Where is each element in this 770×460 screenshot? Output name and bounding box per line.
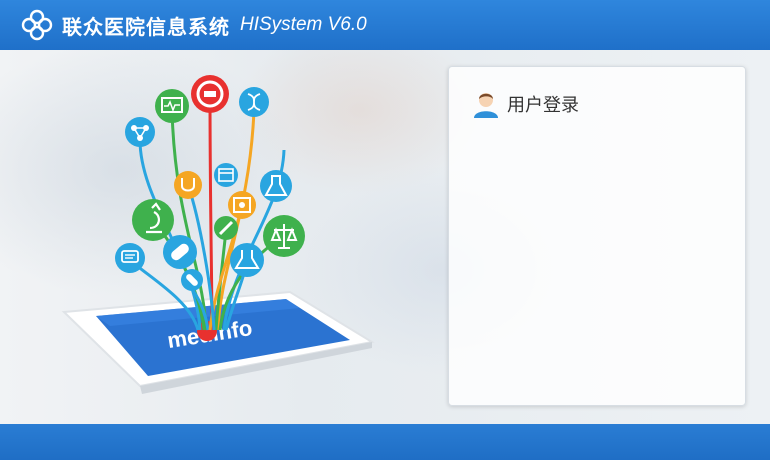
syringe-icon xyxy=(214,216,238,240)
bandage-icon xyxy=(181,269,203,291)
monitor-icon xyxy=(155,89,189,123)
pill-icon xyxy=(163,235,197,269)
scale-icon xyxy=(263,215,305,257)
logo-clover-icon xyxy=(21,9,53,41)
certificate-icon xyxy=(228,191,256,219)
medical-cross-icon xyxy=(191,75,229,113)
footer-bar xyxy=(0,424,770,460)
dna-icon xyxy=(239,87,269,117)
stethoscope-icon xyxy=(174,171,202,199)
user-avatar-icon xyxy=(474,93,498,118)
microscope-icon xyxy=(132,199,174,241)
app-version: HISystem V6.0 xyxy=(240,14,367,35)
calendar-icon xyxy=(214,163,238,187)
flask-icon xyxy=(260,170,292,202)
molecule-icon xyxy=(125,117,155,147)
login-title: 用户登录 xyxy=(507,95,579,116)
login-header: 用户登录 xyxy=(471,89,579,119)
login-panel: 用户登录 xyxy=(448,66,746,406)
app-title: 联众医院信息系统 xyxy=(62,14,230,39)
beaker-icon xyxy=(230,243,264,277)
medinfo-illustration: medinfo xyxy=(61,75,375,394)
chat-icon xyxy=(115,243,145,273)
title-bar: 联众医院信息系统 HISystem V6.0 xyxy=(0,0,770,50)
